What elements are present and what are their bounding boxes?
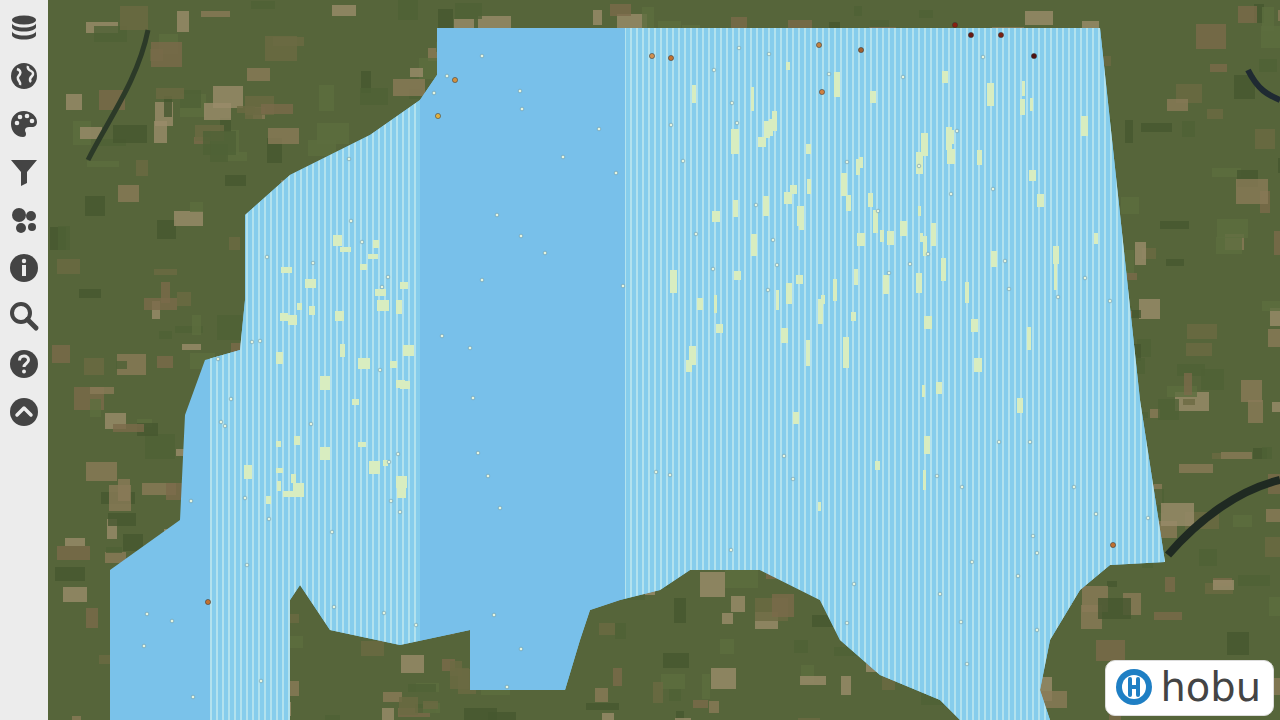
database-button[interactable] xyxy=(8,12,40,44)
hobu-logo-icon xyxy=(1114,667,1154,707)
clusters-button[interactable] xyxy=(8,204,40,236)
info-button[interactable] xyxy=(8,252,40,284)
database-icon xyxy=(8,12,40,44)
help-button[interactable] xyxy=(8,348,40,380)
filter-button[interactable] xyxy=(8,156,40,188)
satellite-imagery xyxy=(48,0,1280,720)
map-view[interactable]: hobu xyxy=(48,0,1280,720)
filter-icon xyxy=(8,156,40,188)
hobu-logo: hobu xyxy=(1105,660,1274,716)
help-icon xyxy=(8,348,40,380)
logo-text: hobu xyxy=(1160,665,1261,709)
clusters-icon xyxy=(8,204,40,236)
collapse-icon xyxy=(8,396,40,428)
palette-button[interactable] xyxy=(8,108,40,140)
palette-icon xyxy=(8,108,40,140)
search-icon xyxy=(8,300,40,332)
globe-button[interactable] xyxy=(8,60,40,92)
info-icon xyxy=(8,252,40,284)
sidebar xyxy=(0,0,48,720)
globe-icon xyxy=(8,60,40,92)
collapse-button[interactable] xyxy=(8,396,40,428)
search-button[interactable] xyxy=(8,300,40,332)
